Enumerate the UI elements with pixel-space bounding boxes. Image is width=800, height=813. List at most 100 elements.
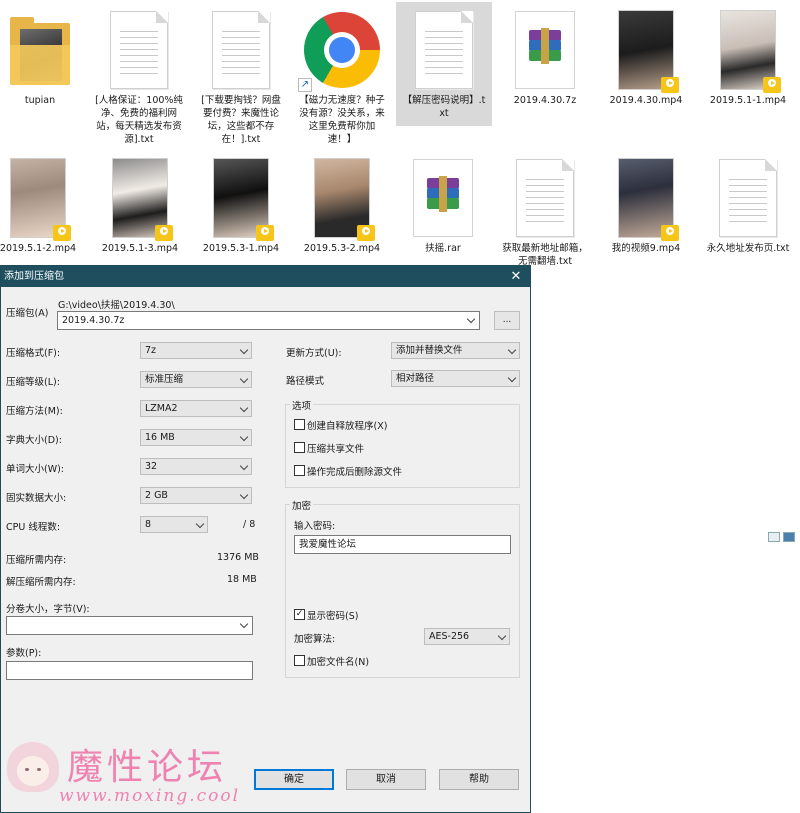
solid-select[interactable]: 2 GB bbox=[140, 487, 252, 504]
options-title: 选项 bbox=[290, 398, 314, 412]
password-input[interactable]: 我爱魔性论坛 bbox=[294, 535, 511, 554]
help-button[interactable]: 帮助 bbox=[439, 769, 519, 790]
video-thumbnail bbox=[618, 10, 679, 93]
archive-name-value: 2019.4.30.7z bbox=[62, 315, 125, 326]
file-label: 【磁力无速度？种子没有源？没关系，来这里免费帮你加速！】 bbox=[299, 95, 385, 145]
show-password-checkbox[interactable]: ✓ bbox=[294, 609, 305, 620]
cpu-total: / 8 bbox=[243, 519, 256, 530]
update-select[interactable]: 添加并替换文件 bbox=[391, 342, 520, 359]
player-badge-icon bbox=[661, 77, 679, 93]
ok-button[interactable]: 确定 bbox=[254, 769, 334, 790]
player-badge-icon bbox=[53, 225, 71, 241]
method-select[interactable]: LZMA2 bbox=[140, 400, 252, 417]
file-item-archive[interactable]: 2019.4.30.7z bbox=[497, 6, 593, 107]
show-password-label: 显示密码(S) bbox=[307, 611, 359, 622]
level-select[interactable]: 标准压缩 bbox=[140, 371, 252, 388]
level-label: 压缩等级(L): bbox=[6, 377, 60, 388]
mem-decompress-value: 18 MB bbox=[227, 574, 257, 585]
split-size-combobox[interactable] bbox=[6, 616, 253, 635]
text-file-icon bbox=[719, 159, 777, 237]
shared-checkbox[interactable] bbox=[294, 442, 305, 453]
encrypt-method-select[interactable]: AES-256 bbox=[424, 628, 510, 645]
chevron-down-icon[interactable] bbox=[466, 314, 476, 324]
folder-icon bbox=[10, 15, 70, 85]
video-thumbnail bbox=[112, 158, 173, 241]
file-label: 2019.4.30.mp4 bbox=[609, 95, 683, 106]
file-label: 扶摇.rar bbox=[425, 243, 461, 254]
word-value: 32 bbox=[145, 461, 158, 472]
dict-select[interactable]: 16 MB bbox=[140, 429, 252, 446]
file-label: [人格保证：100%纯净、免费的福利网站，每天精选发布资源].txt bbox=[95, 95, 183, 145]
file-item-video[interactable]: 2019.4.30.mp4 bbox=[598, 6, 694, 107]
chevron-down-icon bbox=[239, 345, 249, 355]
player-badge-icon bbox=[763, 77, 781, 93]
file-item-txt[interactable]: 永久地址发布页.txt bbox=[700, 154, 796, 255]
large-icons-view-icon[interactable] bbox=[783, 532, 795, 542]
file-label: 2019.5.3-2.mp4 bbox=[303, 243, 381, 254]
player-badge-icon bbox=[661, 225, 679, 241]
chevron-down-icon[interactable] bbox=[239, 619, 249, 629]
file-item-video[interactable]: 2019.5.1-3.mp4 bbox=[92, 154, 188, 255]
text-file-icon bbox=[212, 11, 270, 89]
encrypt-names-checkbox[interactable] bbox=[294, 655, 305, 666]
video-thumbnail bbox=[720, 10, 781, 93]
file-label: 【解压密码说明】.txt bbox=[396, 94, 492, 120]
close-icon[interactable]: ✕ bbox=[508, 266, 524, 287]
cpu-select[interactable]: 8 bbox=[140, 516, 208, 533]
delete-source-checkbox[interactable] bbox=[294, 465, 305, 476]
mem-compress-value: 1376 MB bbox=[217, 552, 259, 563]
format-select[interactable]: 7z bbox=[140, 342, 252, 359]
file-item-txt[interactable]: 获取最新地址邮箱，无需翻墙.txt bbox=[497, 154, 593, 268]
browse-button[interactable]: ... bbox=[494, 311, 520, 330]
dict-value: 16 MB bbox=[145, 432, 175, 443]
path-select[interactable]: 相对路径 bbox=[391, 370, 520, 387]
file-item-shortcut[interactable]: ↗ 【磁力无速度？种子没有源？没关系，来这里免费帮你加速！】 bbox=[294, 6, 390, 146]
player-badge-icon bbox=[357, 225, 375, 241]
update-label: 更新方式(U): bbox=[286, 348, 342, 359]
shared-label: 压缩共享文件 bbox=[307, 444, 365, 455]
chevron-down-icon bbox=[239, 461, 249, 471]
file-label: 永久地址发布页.txt bbox=[706, 243, 790, 254]
sfx-checkbox[interactable] bbox=[294, 419, 305, 430]
archive-name-combobox[interactable]: 2019.4.30.7z bbox=[57, 311, 480, 330]
text-file-icon bbox=[110, 11, 168, 89]
player-badge-icon bbox=[155, 225, 173, 241]
dialog-titlebar[interactable]: 添加到压缩包 ✕ bbox=[1, 266, 530, 287]
word-select[interactable]: 32 bbox=[140, 458, 252, 475]
chevron-down-icon bbox=[239, 490, 249, 500]
file-item-selected[interactable]: 【解压密码说明】.txt bbox=[396, 2, 492, 126]
path-value: 相对路径 bbox=[396, 373, 435, 384]
file-item-archive[interactable]: 扶摇.rar bbox=[395, 154, 491, 255]
file-item-txt[interactable]: [人格保证：100%纯净、免费的福利网站，每天精选发布资源].txt bbox=[91, 6, 187, 146]
encrypt-names-label: 加密文件名(N) bbox=[307, 657, 370, 668]
cancel-button[interactable]: 取消 bbox=[346, 769, 426, 790]
file-item-txt[interactable]: [下载要掏钱？网盘要付费？来魔性论坛，这些都不存在！].txt bbox=[193, 6, 289, 146]
mascot-logo bbox=[7, 742, 59, 796]
view-toggle[interactable] bbox=[768, 532, 798, 545]
dict-label: 字典大小(D): bbox=[6, 435, 62, 446]
file-item-video[interactable]: 2019.5.1-2.mp4 bbox=[0, 154, 86, 255]
file-item-video[interactable]: 我的视频9.mp4 bbox=[598, 154, 694, 255]
password-value: 我爱魔性论坛 bbox=[299, 539, 357, 550]
file-label: 2019.4.30.7z bbox=[513, 95, 577, 106]
password-label: 输入密码: bbox=[294, 521, 336, 532]
level-value: 标准压缩 bbox=[145, 374, 184, 385]
format-label: 压缩格式(F): bbox=[6, 348, 61, 359]
file-item-video[interactable]: 2019.5.3-1.mp4 bbox=[193, 154, 289, 255]
chrome-icon bbox=[304, 12, 380, 88]
details-view-icon[interactable] bbox=[768, 532, 780, 542]
file-label: 2019.5.1-3.mp4 bbox=[101, 243, 179, 254]
mem-decompress-label: 解压缩所需内存: bbox=[6, 577, 76, 588]
file-item-video[interactable]: 2019.5.3-2.mp4 bbox=[294, 154, 390, 255]
file-item-video[interactable]: 2019.5.1-1.mp4 bbox=[700, 6, 796, 107]
text-file-icon bbox=[415, 11, 473, 89]
params-input[interactable] bbox=[6, 661, 253, 680]
winrar-icon bbox=[515, 11, 575, 89]
update-value: 添加并替换文件 bbox=[396, 345, 463, 356]
options-group: 选项 创建自释放程序(X) 压缩共享文件 操作完成后删除源文件 bbox=[285, 398, 520, 488]
method-label: 压缩方法(M): bbox=[6, 406, 63, 417]
file-item-tupian[interactable]: tupian bbox=[0, 6, 88, 107]
mem-compress-label: 压缩所需内存: bbox=[6, 555, 67, 566]
file-label: tupian bbox=[24, 95, 56, 106]
video-thumbnail bbox=[10, 158, 71, 241]
